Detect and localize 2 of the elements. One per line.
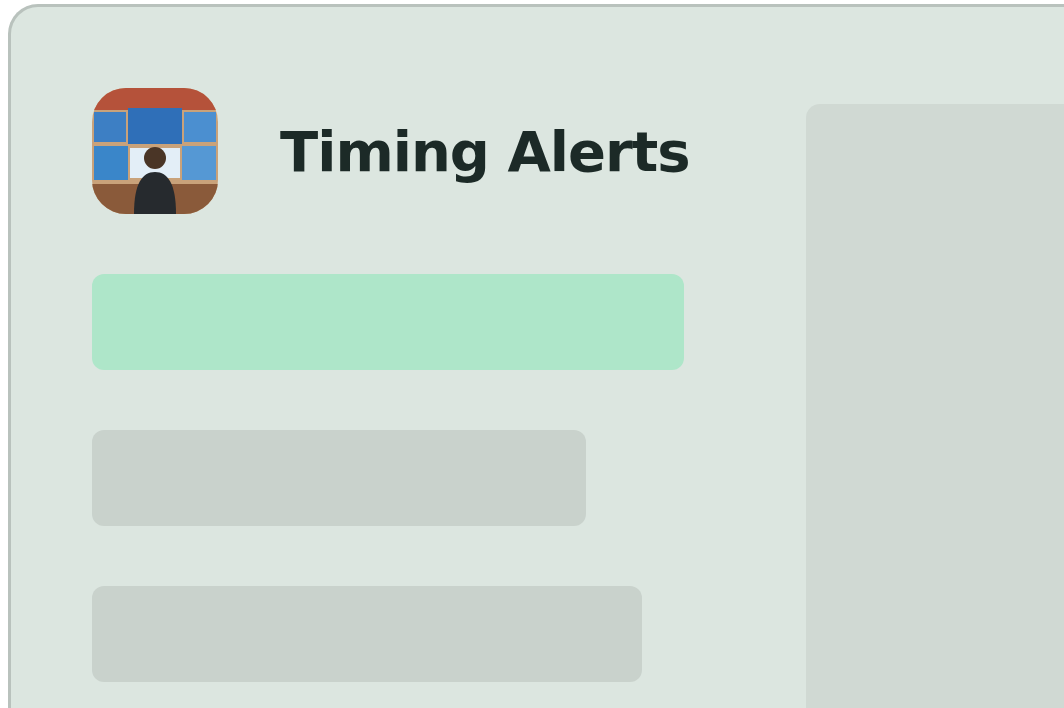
- app-title: Timing Alerts: [280, 118, 690, 184]
- list-item[interactable]: [92, 274, 684, 370]
